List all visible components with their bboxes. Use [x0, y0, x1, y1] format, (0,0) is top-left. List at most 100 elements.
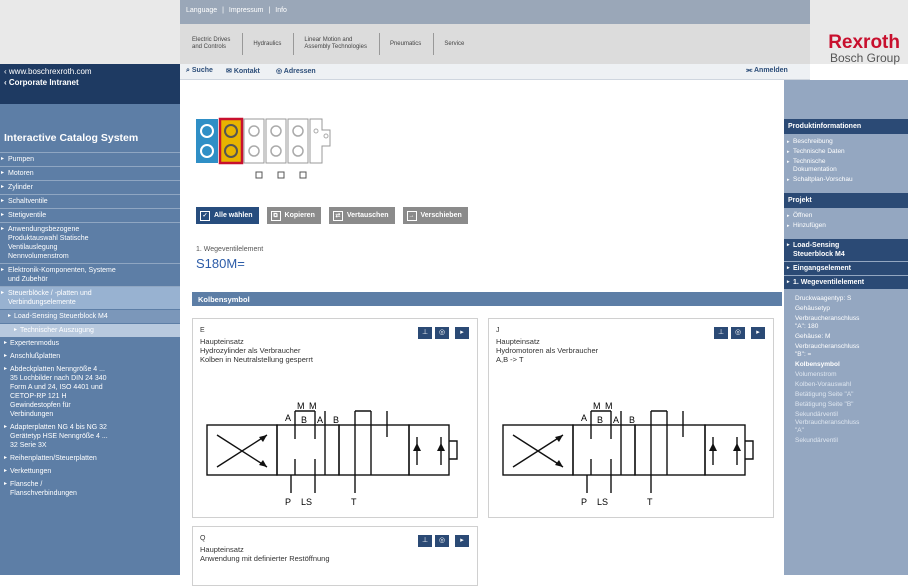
info-icon[interactable]: ◎: [435, 535, 449, 547]
config-block-eingang[interactable]: Eingangselement: [784, 262, 908, 275]
sidebar-item-reihenplatten[interactable]: Reihenplatten/Steuerplatten: [0, 452, 180, 465]
config-value-current: Kolbensymbol: [795, 361, 840, 368]
select-all-button[interactable]: ✓ Alle wählen: [196, 207, 259, 224]
sidebar-item-adapterplatten[interactable]: Adapterplatten NG 4 bis NG 32 Gerätetyp …: [0, 421, 180, 452]
move-button[interactable]: → Verschieben: [402, 207, 468, 224]
tab-linear-motion[interactable]: Linear Motion and Assembly Technologies: [293, 33, 377, 55]
contact-link[interactable]: ✉ Kontakt: [226, 67, 260, 75]
tab-service[interactable]: Service: [433, 33, 474, 55]
sidebar-item-expertenmodus[interactable]: Expertenmodus: [0, 337, 180, 350]
right-item-dokumentation[interactable]: Technische Dokumentation: [784, 157, 908, 175]
site-link[interactable]: ‹ www.boschrexroth.com: [4, 66, 176, 77]
section-checkbox[interactable]: [277, 171, 285, 179]
card-icons: ⊥ ◎ ▸: [711, 327, 765, 339]
config-value-pending: Sekundärventil: [795, 437, 838, 444]
language-link[interactable]: Language: [186, 7, 217, 14]
right-item-hinzufuegen[interactable]: Hinzufügen: [784, 221, 908, 231]
select-icon[interactable]: ▸: [455, 327, 469, 339]
element-code: S180M=: [196, 256, 245, 271]
right-item-technische-daten[interactable]: Technische Daten: [784, 147, 908, 157]
key-icon: ⫘: [746, 67, 754, 74]
tab-pneumatics[interactable]: Pneumatics: [378, 33, 431, 55]
brand-name: Rexroth: [828, 32, 900, 53]
valve-stack-graphic[interactable]: [196, 116, 376, 188]
copy-button[interactable]: ⧉ Kopieren: [266, 207, 321, 224]
config-block-wegeventil[interactable]: 1. Wegeventilelement: [784, 276, 908, 289]
product-info-header: Produktinformationen: [784, 119, 908, 134]
tab-electric-drives[interactable]: Electric Drives and Controls: [182, 33, 240, 55]
move-label: Verschieben: [420, 212, 462, 219]
select-icon[interactable]: ▸: [751, 327, 765, 339]
intranet-link[interactable]: ‹ Corporate Intranet: [4, 77, 176, 88]
port-label-a: A: [285, 413, 291, 423]
info-icon[interactable]: ◎: [435, 327, 449, 339]
right-item-schaltplan[interactable]: Schaltplan-Vorschau: [784, 175, 908, 185]
search-link[interactable]: ⌕ Suche: [186, 67, 213, 75]
port-label-t: T: [647, 497, 653, 507]
port-label-ls: LS: [597, 497, 608, 507]
impressum-link[interactable]: Impressum: [229, 7, 264, 14]
section-header: Kolbensymbol: [192, 292, 782, 306]
element-title: 1. Wegeventilelement: [196, 246, 264, 253]
config-value: Gehäuse: M: [795, 333, 831, 340]
spool-line3: A,B -> T: [496, 355, 524, 364]
symbol-icon[interactable]: ⊥: [418, 327, 432, 339]
address-link[interactable]: ◎ Adressen: [276, 67, 316, 75]
port-label-ls: LS: [301, 497, 312, 507]
config-value: Verbraucheranschluss "B": =: [795, 343, 860, 358]
spool-card-j[interactable]: J Haupteinsatz Hydromotoren als Verbrauc…: [488, 318, 774, 518]
sidebar-item-pumpen[interactable]: Pumpen: [0, 152, 180, 166]
swap-button[interactable]: ⇄ Vertauschen: [328, 207, 395, 224]
address-label: Adressen: [283, 68, 316, 75]
sidebar-item-elektronik[interactable]: Elektronik-Komponenten, Systeme und Zube…: [0, 263, 180, 286]
spool-letter: E: [200, 327, 205, 334]
sidebar-item-verkettungen[interactable]: Verkettungen: [0, 465, 180, 478]
section-checkbox[interactable]: [255, 171, 263, 179]
left-top-links: ‹ www.boschrexroth.com ‹ Corporate Intra…: [0, 64, 180, 104]
select-all-label: Alle wählen: [214, 212, 253, 219]
spool-description: Haupteinsatz Hydrozylinder als Verbrauch…: [200, 337, 313, 364]
search-label: Suche: [191, 67, 213, 74]
move-icon: →: [406, 210, 417, 221]
spool-line1: Haupteinsatz: [200, 545, 244, 554]
port-label-m: M: [593, 401, 601, 411]
config-value-pending: Sekundärventil Verbraucheranschluss "A": [795, 411, 860, 434]
right-item-beschreibung[interactable]: Beschreibung: [784, 137, 908, 147]
sidebar-item-anwendung[interactable]: Anwendungsbezogene Produktauswahl Statis…: [0, 222, 180, 263]
end-plate-block[interactable]: [309, 118, 331, 164]
tab-hydraulics[interactable]: Hydraulics: [242, 33, 291, 55]
info-link[interactable]: Info: [275, 7, 287, 14]
spool-description: Haupteinsatz Hydromotoren als Verbrauche…: [496, 337, 598, 364]
spool-letter: Q: [200, 535, 206, 542]
sidebar-item-flansche[interactable]: Flansche / Flanschverbindungen: [0, 478, 180, 500]
login-link[interactable]: ⫘ Anmelden: [746, 67, 788, 75]
rexroth-logo[interactable]: Rexroth Bosch Group: [808, 24, 908, 65]
section-checkbox[interactable]: [299, 171, 307, 179]
sidebar-item-technischer-auszug[interactable]: Technischer Auszugung: [0, 324, 180, 337]
info-icon[interactable]: ◎: [731, 327, 745, 339]
symbol-icon[interactable]: ⊥: [418, 535, 432, 547]
symbol-icon[interactable]: ⊥: [714, 327, 728, 339]
select-icon[interactable]: ▸: [455, 535, 469, 547]
sidebar-item-anschlussplatten[interactable]: Anschlußplatten: [0, 350, 180, 363]
spool-line2: Hydromotoren als Verbraucher: [496, 346, 599, 355]
config-value: Druckwaagentyp: S: [795, 295, 852, 302]
sidebar-item-motoren[interactable]: Motoren: [0, 166, 180, 180]
checkbox-icon: ✓: [200, 210, 210, 221]
action-buttons: ✓ Alle wählen ⧉ Kopieren ⇄ Vertauschen → Ver…: [196, 207, 476, 224]
port-label-b: B: [301, 415, 307, 425]
sidebar-item-abdeckplatten[interactable]: Abdeckplatten Nenngröße 4 ... 35 Lochbil…: [0, 363, 180, 421]
right-item-oeffnen[interactable]: Öffnen: [784, 211, 908, 221]
sidebar-item-schaltventile[interactable]: Schaltventile: [0, 194, 180, 208]
sidebar-item-zylinder[interactable]: Zylinder: [0, 180, 180, 194]
port-label-p: P: [285, 497, 291, 507]
sidebar-item-stetigventile[interactable]: Stetigventile: [0, 208, 180, 222]
sidebar-item-load-sensing[interactable]: Load-Sensing Steuerblock M4: [0, 310, 180, 323]
sidebar-item-steuerbloecke[interactable]: Steuerblöcke / -platten und Verbindungse…: [0, 286, 180, 309]
spool-line2: Hydrozylinder als Verbraucher: [200, 346, 301, 355]
config-block-load-sensing[interactable]: Load-Sensing Steuerblock M4: [784, 239, 908, 261]
port-label-m: M: [605, 401, 613, 411]
port-label-p: P: [581, 497, 587, 507]
spool-card-e[interactable]: E Haupteinsatz Hydrozylinder als Verbrau…: [192, 318, 478, 518]
spool-card-q[interactable]: Q Haupteinsatz Anwendung mit definierter…: [192, 526, 478, 586]
